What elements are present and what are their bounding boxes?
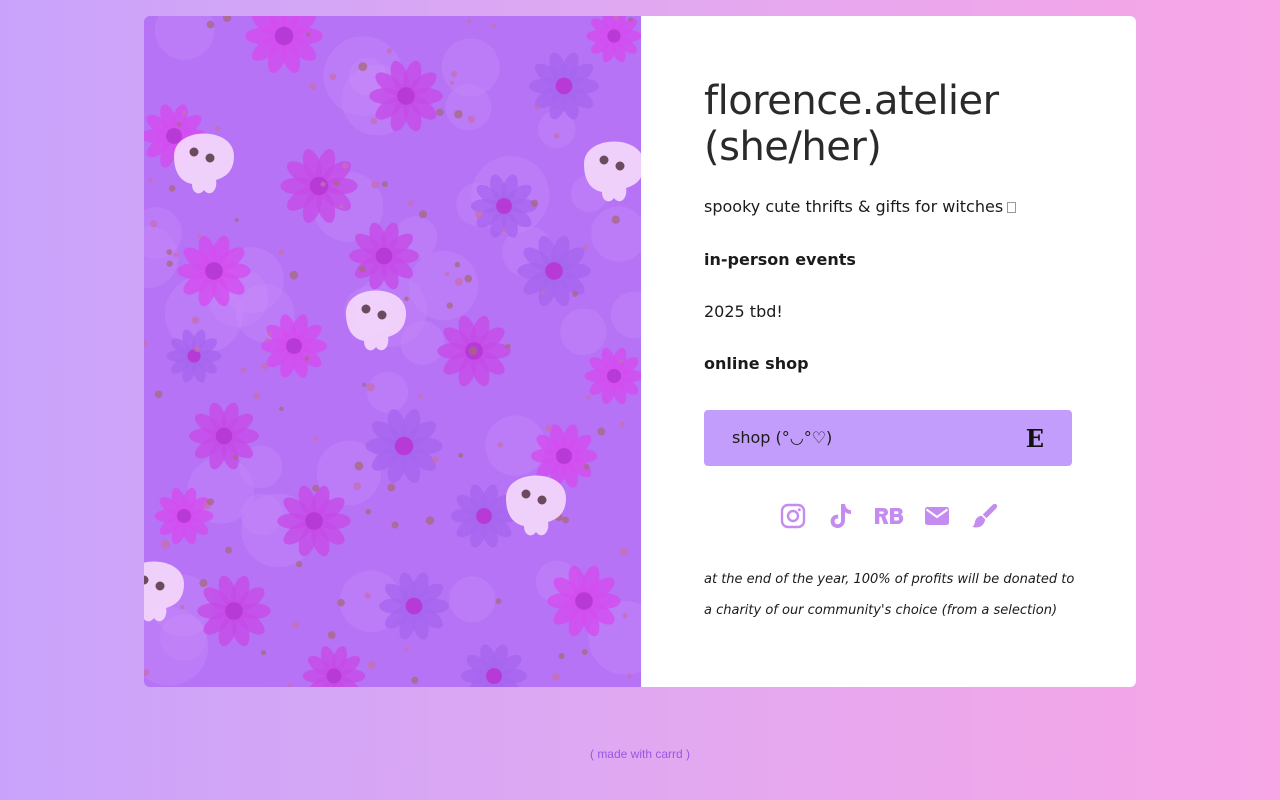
made-with-carrd-link[interactable]: ( made with carrd ) bbox=[0, 747, 1280, 761]
redbubble-icon[interactable] bbox=[873, 500, 905, 532]
events-text: 2025 tbd! bbox=[704, 302, 783, 321]
events-heading: in-person events bbox=[704, 250, 856, 269]
pattern-svg bbox=[144, 16, 641, 687]
instagram-icon[interactable] bbox=[777, 500, 809, 532]
page-title: florence.atelier (she/her) bbox=[704, 78, 999, 170]
tagline: spooky cute thrifts & gifts for witches bbox=[704, 197, 1017, 216]
etsy-icon: E bbox=[1025, 424, 1044, 453]
donation-note: at the end of the year, 100% of profits … bbox=[704, 572, 1075, 618]
tagline-text: spooky cute thrifts & gifts for witches bbox=[704, 197, 1004, 216]
email-icon[interactable] bbox=[921, 500, 953, 532]
missing-glyph-icon bbox=[1007, 202, 1017, 213]
paintbrush-icon[interactable] bbox=[969, 500, 1001, 532]
tiktok-icon[interactable] bbox=[825, 500, 857, 532]
title-line-2: (she/her) bbox=[704, 124, 882, 170]
shop-button-label: shop (°◡°♡) bbox=[732, 428, 833, 447]
floral-ghost-pattern-image bbox=[144, 16, 641, 687]
profile-content: florence.atelier (she/her) spooky cute t… bbox=[641, 16, 1136, 687]
title-line-1: florence.atelier bbox=[704, 78, 999, 124]
profile-card: florence.atelier (she/her) spooky cute t… bbox=[144, 16, 1136, 687]
shop-heading: online shop bbox=[704, 354, 809, 373]
shop-button[interactable]: shop (°◡°♡) E bbox=[704, 410, 1072, 466]
social-links bbox=[777, 500, 1001, 532]
